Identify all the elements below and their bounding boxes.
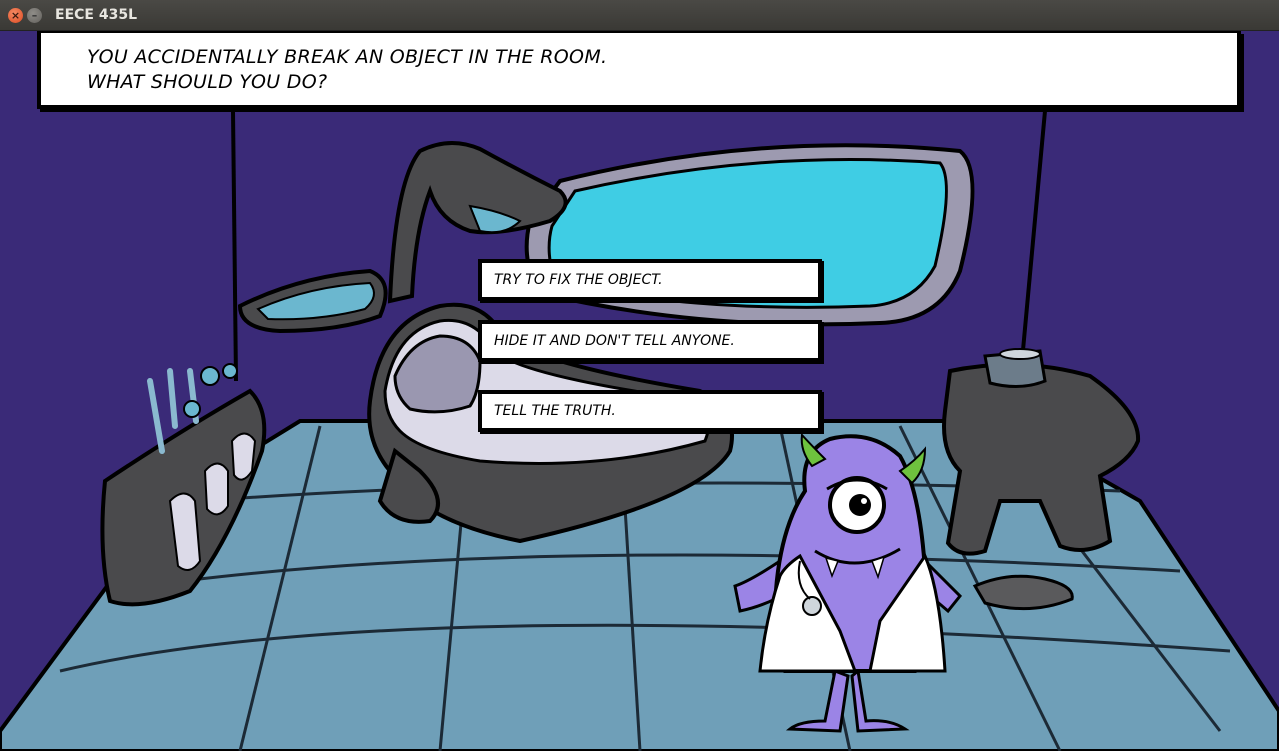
question-line-2: WHAT SHOULD YOU DO?: [87, 71, 328, 93]
choice-tell-truth-button[interactable]: TELL THE TRUTH.: [478, 390, 822, 432]
choice-hide-object-button[interactable]: HIDE IT AND DON'T TELL ANYONE.: [478, 320, 822, 362]
minimize-window-button[interactable]: –: [27, 8, 42, 23]
window-title: EECE 435L: [55, 7, 137, 23]
close-window-button[interactable]: ×: [8, 8, 23, 23]
window-titlebar: × – EECE 435L: [0, 0, 1279, 31]
choice-label: TRY TO FIX THE OBJECT.: [494, 272, 663, 288]
choice-label: TELL THE TRUTH.: [494, 403, 616, 419]
choice-fix-object-button[interactable]: TRY TO FIX THE OBJECT.: [478, 259, 822, 301]
question-line-1: YOU ACCIDENTALLY BREAK AN OBJECT IN THE …: [87, 46, 608, 68]
choice-label: HIDE IT AND DON'T TELL ANYONE.: [494, 333, 735, 349]
question-panel: YOU ACCIDENTALLY BREAK AN OBJECT IN THE …: [37, 31, 1241, 109]
